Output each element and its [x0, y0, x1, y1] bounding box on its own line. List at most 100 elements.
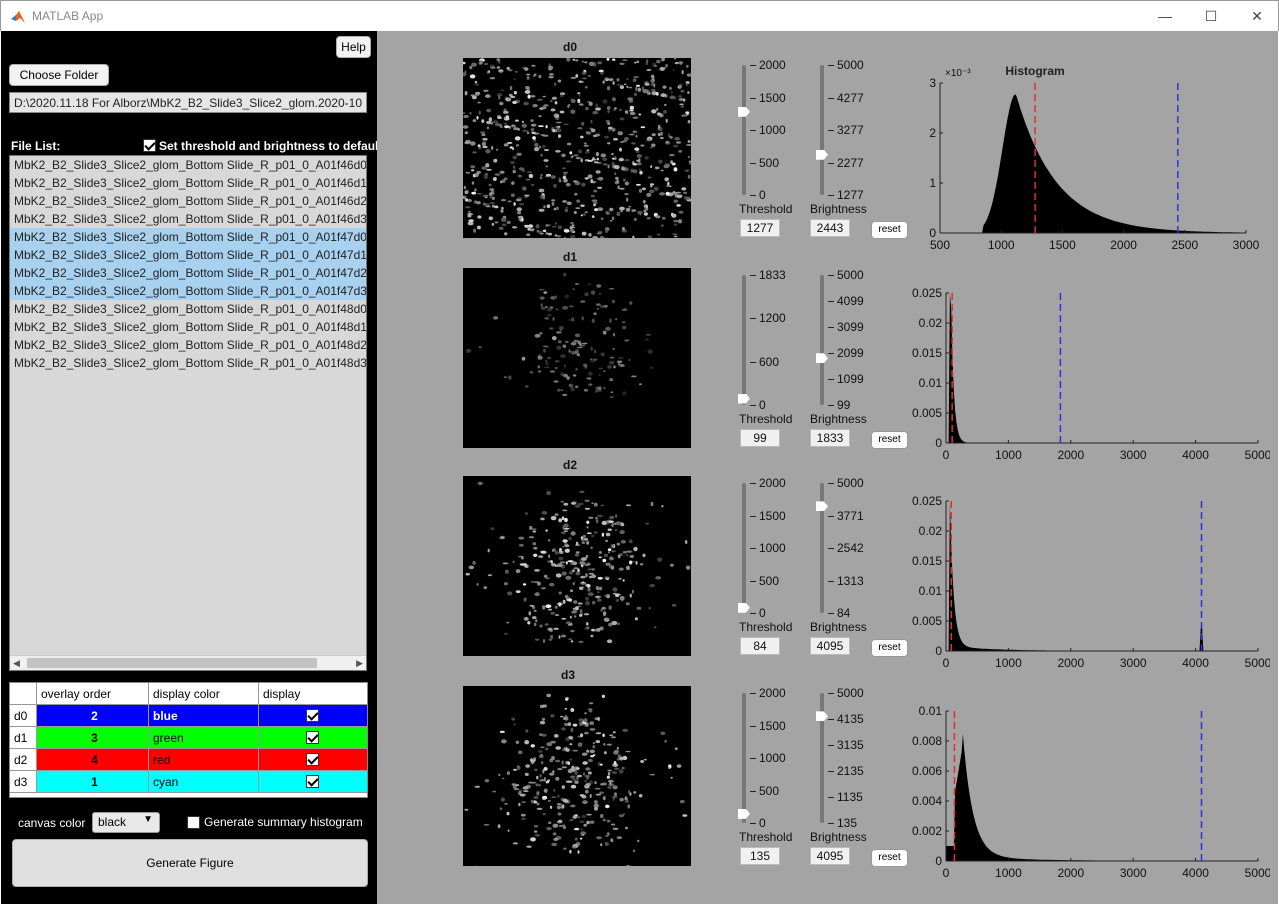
canvas-color-dropdown[interactable]: black ▼: [92, 812, 160, 833]
brightness-slider-track[interactable]: [820, 65, 824, 195]
default-checkbox[interactable]: [143, 139, 156, 152]
y-tick-label: 0: [929, 226, 936, 240]
overlay-order-cell[interactable]: 2: [37, 705, 149, 727]
display-cell[interactable]: [259, 727, 367, 749]
tick-mark: [750, 361, 756, 363]
file-list-item[interactable]: MbK2_B2_Slide3_Slice2_glom_Bottom Slide_…: [10, 156, 366, 174]
display-color-cell[interactable]: red: [149, 749, 259, 771]
histogram-chart: 0 1000 2000 3000 4000 5000 0 0.005 0.01 0.015 0.02…: [900, 469, 1270, 684]
overlay-order-cell[interactable]: 3: [37, 727, 149, 749]
horizontal-scrollbar[interactable]: ◀ ▶: [10, 655, 366, 670]
display-color-cell[interactable]: blue: [149, 705, 259, 727]
image-title: d3: [560, 668, 575, 682]
scroll-right-icon[interactable]: ▶: [356, 658, 363, 669]
tick-mark: [750, 275, 756, 276]
y-tick-label: 0.02: [919, 524, 943, 538]
table-row[interactable]: d1 3 green: [10, 727, 367, 749]
display-color-cell[interactable]: green: [149, 727, 259, 749]
display-checkbox[interactable]: [306, 753, 319, 766]
file-list-item[interactable]: MbK2_B2_Slide3_Slice2_glom_Bottom Slide_…: [10, 354, 366, 372]
file-list-item[interactable]: MbK2_B2_Slide3_Slice2_glom_Bottom Slide_…: [10, 246, 366, 264]
x-tick-label: 1000: [995, 866, 1022, 880]
tick-label: 1500: [759, 90, 786, 105]
scroll-left-icon[interactable]: ◀: [13, 658, 20, 669]
scrollbar-thumb[interactable]: [27, 658, 317, 668]
tick-mark: [828, 693, 834, 694]
table-row[interactable]: d3 1 cyan: [10, 771, 367, 793]
folder-path-field[interactable]: D:\2020.11.18 For Alborz\MbK2_B2_Slide3_…: [9, 92, 367, 113]
summary-histogram-group[interactable]: Generate summary histogram: [187, 815, 363, 829]
display-cell[interactable]: [259, 749, 367, 771]
file-list-item[interactable]: MbK2_B2_Slide3_Slice2_glom_Bottom Slide_…: [10, 282, 366, 300]
brightness-value-field[interactable]: 1833: [810, 429, 850, 447]
y-axis-exponent: ×10⁻³: [945, 68, 971, 79]
x-tick-label: 4000: [1182, 656, 1209, 670]
choose-folder-button[interactable]: Choose Folder: [9, 64, 109, 86]
threshold-slider-track[interactable]: [742, 693, 746, 823]
file-list-item[interactable]: MbK2_B2_Slide3_Slice2_glom_Bottom Slide_…: [10, 264, 366, 282]
threshold-slider-track[interactable]: [742, 275, 746, 405]
overlay-order-cell[interactable]: 1: [37, 771, 149, 793]
matlab-icon: [10, 9, 26, 25]
table-row[interactable]: d2 4 red: [10, 749, 367, 771]
tick-mark: [750, 725, 756, 727]
x-tick-label: 2000: [1110, 238, 1137, 252]
tick-label: 0: [759, 188, 766, 202]
tick-label: 2000: [759, 686, 786, 700]
default-checkbox-group[interactable]: Set threshold and brightness to default: [143, 138, 382, 153]
tick-label: 1277: [837, 188, 864, 202]
display-checkbox[interactable]: [306, 731, 319, 744]
tick-mark: [750, 613, 756, 614]
close-button[interactable]: ✕: [1234, 1, 1279, 32]
file-list[interactable]: MbK2_B2_Slide3_Slice2_glom_Bottom Slide_…: [9, 155, 367, 671]
y-tick-label: 0.02: [919, 316, 943, 330]
brightness-value-field[interactable]: 4095: [810, 847, 850, 865]
tick-mark: [750, 97, 756, 99]
table-row[interactable]: d0 2 blue: [10, 705, 367, 727]
display-color-cell[interactable]: cyan: [149, 771, 259, 793]
brightness-value-field[interactable]: 4095: [810, 637, 850, 655]
channel-table[interactable]: overlay order display color display d0 2 b…: [9, 682, 368, 798]
file-list-item[interactable]: MbK2_B2_Slide3_Slice2_glom_Bottom Slide_…: [10, 210, 366, 228]
brightness-slider-track[interactable]: [820, 275, 824, 405]
tick-mark: [750, 580, 756, 582]
window-title: MATLAB App: [32, 9, 104, 23]
x-tick-label: 3000: [1120, 866, 1147, 880]
tick-mark: [828, 483, 834, 484]
threshold-value-field[interactable]: 99: [740, 429, 780, 447]
tick-label: 0: [759, 606, 766, 620]
file-list-item[interactable]: MbK2_B2_Slide3_Slice2_glom_Bottom Slide_…: [10, 318, 366, 336]
file-list-item[interactable]: MbK2_B2_Slide3_Slice2_glom_Bottom Slide_…: [10, 174, 366, 192]
threshold-slider-track[interactable]: [742, 65, 746, 195]
histogram-bars: [946, 734, 1258, 861]
generate-figure-button[interactable]: Generate Figure: [12, 839, 368, 887]
display-checkbox[interactable]: [306, 709, 319, 722]
summary-histogram-checkbox[interactable]: [187, 815, 200, 829]
display-cell[interactable]: [259, 771, 367, 793]
file-list-item[interactable]: MbK2_B2_Slide3_Slice2_glom_Bottom Slide_…: [10, 228, 366, 246]
display-cell[interactable]: [259, 705, 367, 727]
overlay-order-cell[interactable]: 4: [37, 749, 149, 771]
threshold-slider-track[interactable]: [742, 483, 746, 613]
tick-label: 1000: [759, 751, 786, 765]
file-list-item[interactable]: MbK2_B2_Slide3_Slice2_glom_Bottom Slide_…: [10, 192, 366, 210]
y-tick-label: 0.005: [912, 406, 942, 420]
x-tick-label: 500: [930, 238, 950, 252]
tick-label: 3277: [837, 123, 864, 137]
file-list-item[interactable]: MbK2_B2_Slide3_Slice2_glom_Bottom Slide_…: [10, 336, 366, 354]
display-checkbox[interactable]: [306, 775, 319, 788]
tick-label: 1500: [759, 718, 786, 733]
threshold-value-field[interactable]: 84: [740, 637, 780, 655]
minimize-button[interactable]: —: [1142, 1, 1188, 32]
y-tick-label: 0.01: [919, 704, 943, 718]
threshold-value-field[interactable]: 1277: [740, 219, 780, 237]
threshold-value-field[interactable]: 135: [740, 847, 780, 865]
brightness-label: Brightness: [810, 620, 867, 634]
micrograph-image: [463, 686, 691, 866]
tick-mark: [750, 548, 756, 549]
brightness-value-field[interactable]: 2443: [810, 219, 850, 237]
help-button[interactable]: Help: [336, 36, 371, 58]
y-tick-label: 1: [929, 176, 936, 190]
maximize-button[interactable]: ☐: [1188, 1, 1234, 32]
file-list-item[interactable]: MbK2_B2_Slide3_Slice2_glom_Bottom Slide_…: [10, 300, 366, 318]
